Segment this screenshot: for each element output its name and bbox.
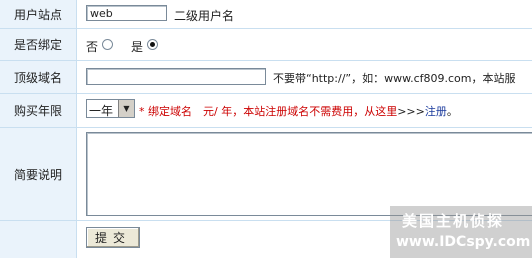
- site-suffix: 二级用户名: [174, 9, 235, 23]
- watermark-title: 美国主机侦探: [402, 212, 505, 230]
- site-value-cell: web 二级用户名: [77, 0, 532, 28]
- years-notice-arrows: >>>: [397, 105, 425, 118]
- domain-value-cell: 不要带“http://”，如：www.cf809.com，本站服: [77, 61, 532, 93]
- years-label: 购买年限: [0, 94, 77, 127]
- desc-textarea[interactable]: [86, 132, 532, 216]
- years-notice-text: * 绑定域名 元/ 年，本站注册域名不需费用，从这里: [139, 105, 398, 118]
- years-value-cell: 一年 ▼ * 绑定域名 元/ 年，本站注册域名不需费用，从这里>>>注册。: [77, 94, 532, 127]
- bind-yes-label: 是: [131, 40, 144, 54]
- bind-value-cell: 否 是: [77, 29, 532, 60]
- domain-input[interactable]: [86, 68, 266, 85]
- years-select[interactable]: 一年 ▼: [86, 99, 135, 118]
- site-row: 用户站点 web 二级用户名: [0, 0, 532, 29]
- desc-label: 简要说明: [0, 128, 77, 220]
- submit-label-cell: [0, 221, 77, 258]
- years-row: 购买年限 一年 ▼ * 绑定域名 元/ 年，本站注册域名不需费用，从这里>>>注…: [0, 94, 532, 128]
- domain-row: 顶级域名 不要带“http://”，如：www.cf809.com，本站服: [0, 61, 532, 94]
- years-notice: * 绑定域名 元/ 年，本站注册域名不需费用，从这里>>>注册。: [139, 103, 458, 119]
- chevron-down-icon[interactable]: ▼: [118, 100, 134, 117]
- domain-label: 顶级域名: [0, 61, 77, 93]
- bind-no-radio[interactable]: [102, 39, 113, 50]
- domain-hint: 不要带“http://”，如：www.cf809.com，本站服: [273, 72, 516, 85]
- submit-button[interactable]: 提交: [86, 227, 140, 248]
- years-notice-end: 。: [446, 105, 458, 118]
- bind-label: 是否绑定: [0, 29, 77, 60]
- site-input[interactable]: web: [86, 5, 167, 21]
- bind-no-label: 否: [86, 40, 99, 54]
- years-selected-value: 一年: [89, 104, 114, 118]
- watermark-url: www.IDCspy.com: [396, 234, 531, 250]
- site-label: 用户站点: [0, 0, 77, 28]
- watermark: 美国主机侦探 www.IDCspy.com: [390, 206, 532, 258]
- register-link[interactable]: 注册: [425, 105, 447, 118]
- bind-yes-radio[interactable]: [147, 39, 158, 50]
- bind-row: 是否绑定 否 是: [0, 29, 532, 61]
